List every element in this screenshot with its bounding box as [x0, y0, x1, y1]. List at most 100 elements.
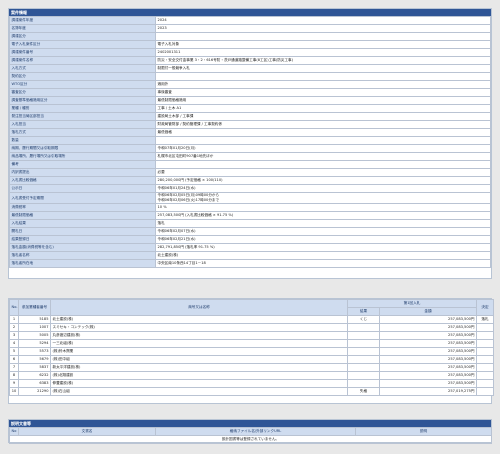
info-value: 事後審査 — [155, 88, 491, 97]
bid-no: 5 — [9, 347, 19, 356]
col-decision: 決定 — [476, 299, 495, 316]
bidder-number: 5005 — [18, 331, 51, 340]
info-label: 電子入札案件区分 — [9, 40, 156, 49]
info-value: 令和07年01月20日(月) — [155, 144, 491, 153]
info-value: 最低制限価格適用 — [155, 96, 491, 105]
bid-row: 8 6232 (株)北翔建設 257,083,500円 — [9, 371, 495, 380]
bidder-number: 5573 — [18, 347, 51, 356]
info-row: 納品場所、履行場所又は引取場所 札幌市北区屯田町907番1地先ほか — [9, 152, 491, 161]
info-row: 落札者所在地 中央区南10条西14丁目1－18 — [9, 259, 491, 268]
bid-result — [347, 339, 380, 348]
info-label: 消費税率 — [9, 203, 156, 212]
info-row: 契約区分 — [9, 72, 491, 81]
doc-col-file: 格納ファイル名/外部リンクURL — [155, 427, 356, 436]
bidder-name: (株)北翔建設 — [50, 371, 348, 380]
bidder-name: (株)鈴木興業 — [50, 347, 348, 356]
info-label: 入札書比較価格 — [9, 176, 156, 185]
info-row: WTO区分 適用外 — [9, 80, 491, 89]
info-value: 落札 — [155, 219, 491, 228]
bid-no: 7 — [9, 363, 19, 372]
info-value: 建設局土木部 / 工事課 — [155, 112, 491, 121]
documents-empty-message: 設計図書等は登録されていません。 — [9, 435, 492, 444]
info-row: 備考 — [9, 160, 491, 169]
info-value: 2402001311 — [155, 48, 491, 57]
col-name: 商号又は名称 — [50, 299, 348, 316]
info-row: 調達案件番号 2402001311 — [9, 48, 491, 57]
bid-result — [347, 363, 380, 372]
bid-amount: 257,083,500円 — [378, 363, 478, 372]
bid-no: 10 — [9, 387, 19, 396]
info-row: 落札者名称 北土建設(株) — [9, 251, 491, 260]
bid-row: 9 6383 伸豊建設(株) 257,083,500円 — [9, 379, 495, 388]
bid-amount: 257,019,275円 — [378, 387, 478, 396]
bidder-number: 5679 — [18, 355, 51, 364]
bid-decision — [476, 363, 495, 372]
bid-amount: 257,083,500円 — [378, 323, 478, 332]
bidder-name: (株)田中組 — [50, 355, 348, 364]
info-label: 公示日 — [9, 184, 156, 193]
bid-row: 3 5005 丸彦渡辺建設(株) 257,083,500円 — [9, 331, 495, 340]
bid-no: 2 — [9, 323, 19, 332]
info-label: 調査基準価格適用区分 — [9, 96, 156, 105]
bidder-number: 5294 — [18, 339, 51, 348]
bidder-name: スミセキ・コンテック(株) — [50, 323, 348, 332]
bid-row: 7 5837 新太平洋建設(株) 257,083,500円 — [9, 363, 495, 372]
bid-results-panel: No. 参加業種者番号 商号又は名称 第1回入札 決定 結果 金額 1 5185 北… — [8, 298, 495, 404]
info-label: 発注担当局区部担当 — [9, 112, 156, 121]
info-label: 結果登録日 — [9, 235, 156, 244]
info-row: 名簿年度 2023 — [9, 24, 491, 33]
bid-amount: 257,083,500円 — [378, 339, 478, 348]
info-value: 中央区南10条西14丁目1－18 — [155, 259, 491, 268]
documents-panel: 説明文書等 No 文書名 格納ファイル名/外部リンクURL 説明 設計図書等は登… — [8, 419, 492, 444]
doc-col-name: 文書名 — [18, 427, 156, 436]
info-label: 契約区分 — [9, 72, 156, 81]
info-row: 数量 — [9, 136, 491, 145]
info-label: 開札日 — [9, 227, 156, 236]
bidder-number: 6232 — [18, 371, 51, 380]
info-value-line: 令和06年02月06日(火)17時00分まで — [157, 198, 220, 202]
bid-amount: 257,083,500円 — [378, 331, 478, 340]
info-label: 入札担当 — [9, 120, 156, 129]
info-value: 適用外 — [155, 80, 491, 89]
bid-decision — [476, 323, 495, 332]
bidder-name: 伸豊建設(株) — [50, 379, 348, 388]
info-value: 257,083,500円 (入札書比較価格 × 91.75 %) — [155, 211, 491, 220]
info-value: 財政局管財部 / 契約管理課 / 工事契約係 — [155, 120, 491, 129]
info-value: 280,200,000円 (予定価格 × 100/110) — [155, 176, 491, 185]
info-row: 納期、履行期間又は引取期限 令和07年01月20日(月) — [9, 144, 491, 153]
info-label: 調達区分 — [9, 32, 156, 41]
bid-result: くじ — [347, 315, 380, 324]
bid-row: 6 5679 (株)田中組 257,083,500円 — [9, 355, 495, 364]
info-value: 必要 — [155, 168, 491, 177]
bid-result — [347, 371, 380, 380]
info-label: 備考 — [9, 160, 156, 169]
info-label: WTO区分 — [9, 80, 156, 89]
col-result: 結果 — [347, 307, 380, 316]
bid-decision — [476, 339, 495, 348]
info-row: 結果登録日 令和06年02月21日(水) — [9, 235, 491, 244]
info-label: 名簿年度 — [9, 24, 156, 33]
info-row: 発注担当局区部担当 建設局土木部 / 工事課 — [9, 112, 491, 121]
info-label: 調達案件年度 — [9, 16, 156, 25]
info-value: 令和06年02月07日(水) — [155, 227, 491, 236]
info-row: 電子入札案件区分 電子入札対象 — [9, 40, 491, 49]
case-info-panel: 案件情報 調達案件年度 2024 名簿年度 2023 調達区分 電子入札案件区分 電子入札対… — [8, 8, 492, 279]
bid-row: 2 1007 スミセキ・コンテック(株) 257,083,500円 — [9, 323, 495, 332]
doc-col-no: No — [9, 427, 19, 436]
info-row: 消費税率 10 % — [9, 203, 491, 212]
info-label: 落札者名称 — [9, 251, 156, 260]
bid-no: 1 — [9, 315, 19, 324]
bid-result — [347, 347, 380, 356]
bidder-name: 丸彦渡辺建設(株) — [50, 331, 348, 340]
info-row: 調査基準価格適用区分 最低制限価格適用 — [9, 96, 491, 105]
bid-no: 8 — [9, 371, 19, 380]
info-row: 開札日 令和06年02月07日(水) — [9, 227, 491, 236]
col-no: No. — [9, 299, 19, 316]
bid-results-table: No. 参加業種者番号 商号又は名称 第1回入札 決定 結果 金額 1 5185 北… — [9, 299, 495, 396]
bid-row: 5 5573 (株)鈴木興業 257,083,500円 — [9, 347, 495, 356]
bid-result — [347, 323, 380, 332]
documents-title: 説明文書等 — [9, 420, 491, 427]
bid-result — [347, 379, 380, 388]
info-row: 入札方式 制限付一般競争入札 — [9, 64, 491, 73]
info-label: 審査区分 — [9, 88, 156, 97]
